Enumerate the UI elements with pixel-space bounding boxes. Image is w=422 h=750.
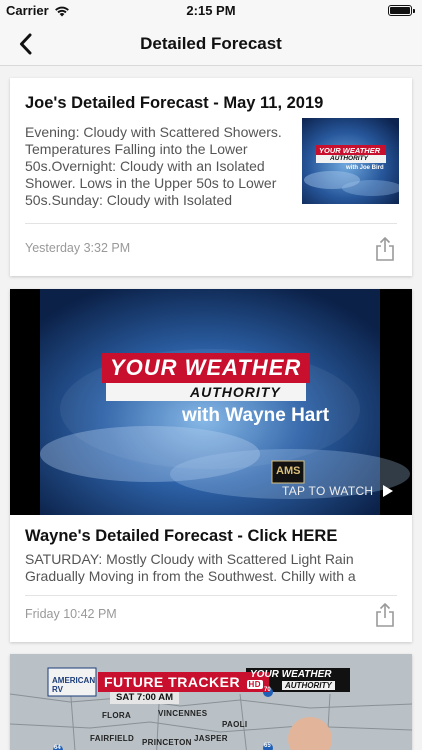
video-forecast-card[interactable]: YOUR WEATHER AUTHORITY with Wayne Hart A… — [10, 289, 412, 642]
banner-label: FUTURE TRACKER — [104, 674, 241, 690]
forecast-card[interactable]: Joe's Detailed Forecast - May 11, 2019 E… — [10, 78, 412, 276]
forecast-thumbnail[interactable]: YOUR WEATHER AUTHORITY with Joe Bird — [302, 118, 399, 204]
card-excerpt: SATURDAY: Mostly Cloudy with Scattered L… — [25, 551, 356, 584]
thumb-brand-line1: YOUR WEATHER — [319, 146, 381, 155]
sponsor-logo: AMERICAN RV — [52, 676, 96, 694]
card-divider — [25, 595, 397, 596]
video-brand-line2: AUTHORITY — [190, 384, 281, 400]
card-excerpt: Evening: Cloudy with Scattered Showers. … — [25, 124, 282, 208]
route-shield: 65 — [264, 743, 271, 749]
video-brand-line1: YOUR WEATHER — [110, 355, 302, 380]
share-icon[interactable] — [374, 236, 396, 262]
card-title[interactable]: Joe's Detailed Forecast - May 11, 2019 — [25, 94, 323, 113]
share-icon[interactable] — [374, 602, 396, 628]
ams-badge: AMS — [276, 465, 301, 477]
map-brand-line2: AUTHORITY — [282, 681, 335, 690]
forecast-time-label: SAT 7:00 AM — [110, 692, 180, 704]
map-place-label: FAIRFIELD — [90, 734, 135, 743]
map-place-label: PRINCETON — [142, 738, 192, 747]
future-tracker-map[interactable]: AMERICAN RV FUTURE TRACKER HD SAT 7:00 A… — [10, 654, 412, 750]
video-thumbnail-image — [10, 289, 412, 515]
future-tracker-card[interactable]: AMERICAN RV FUTURE TRACKER HD SAT 7:00 A… — [10, 654, 412, 750]
tap-to-watch-label[interactable]: TAP TO WATCH — [282, 484, 373, 498]
play-icon[interactable] — [382, 484, 394, 498]
status-bar: Carrier 2:15 PM — [0, 0, 422, 22]
route-shield: 64 — [54, 745, 61, 750]
route-shield: 70 — [264, 687, 271, 693]
thumb-brand-line3: with Joe Bird — [346, 165, 384, 171]
map-brand-line1: YOUR WEATHER — [250, 669, 332, 680]
map-place-label: PAOLI — [222, 720, 248, 729]
card-title[interactable]: Wayne's Detailed Forecast - Click HERE — [25, 527, 337, 546]
map-place-label: VINCENNES — [158, 709, 208, 718]
card-divider — [25, 223, 397, 224]
navigation-bar: Detailed Forecast — [0, 22, 422, 66]
thumb-brand-line2: AUTHORITY — [330, 155, 368, 162]
hd-badge: HD — [246, 680, 264, 689]
battery-icon — [388, 5, 415, 16]
status-time: 2:15 PM — [186, 3, 236, 18]
future-tracker-banner: FUTURE TRACKER HD — [98, 672, 270, 692]
map-place-label: FLORA — [102, 711, 132, 720]
video-player[interactable]: YOUR WEATHER AUTHORITY with Wayne Hart A… — [10, 289, 412, 515]
card-timestamp: Friday 10:42 PM — [25, 607, 117, 621]
map-place-label: JASPER — [194, 734, 228, 743]
card-timestamp: Yesterday 3:32 PM — [25, 241, 131, 255]
page-title: Detailed Forecast — [140, 34, 282, 53]
video-brand-line3: with Wayne Hart — [182, 405, 330, 426]
